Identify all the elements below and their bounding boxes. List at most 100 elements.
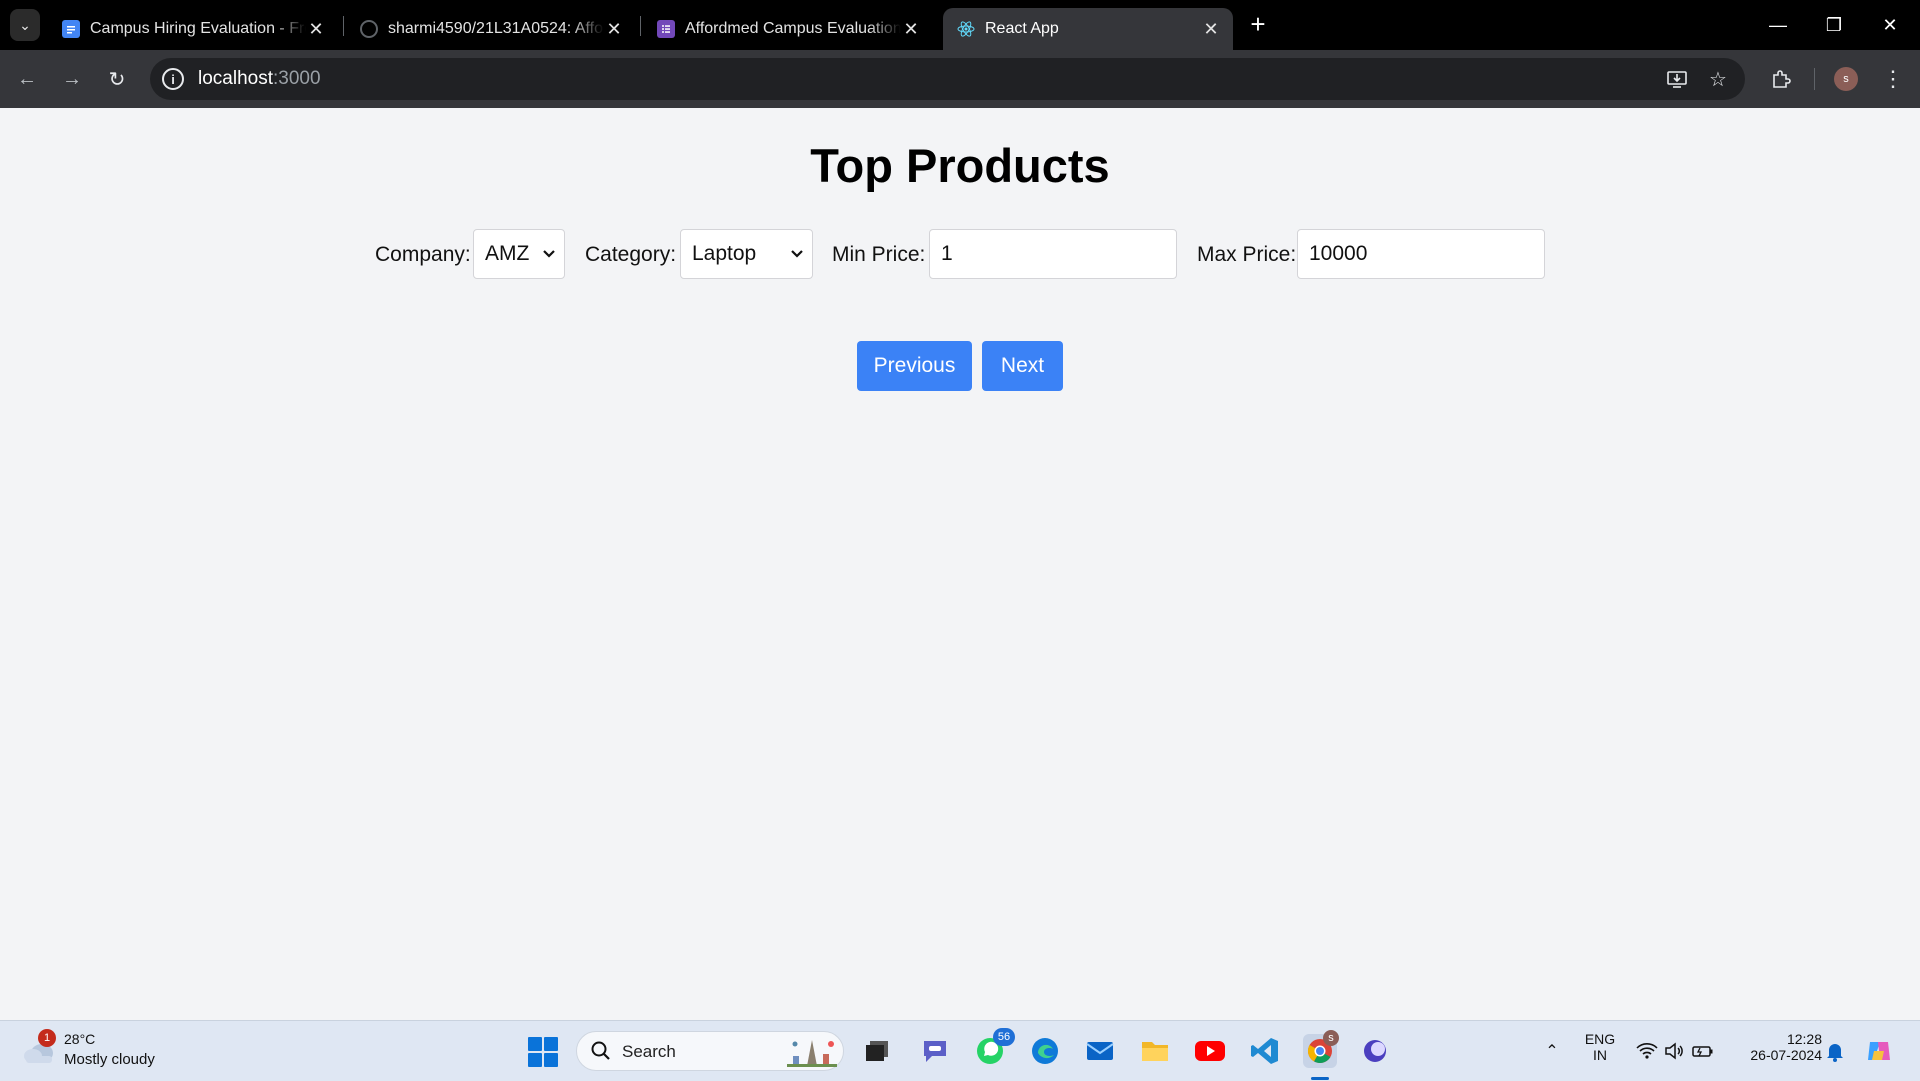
company-label: Company:	[375, 243, 471, 266]
search-icon	[590, 1040, 612, 1067]
info-icon[interactable]: i	[162, 68, 184, 90]
tab-react-app[interactable]: React App ✕	[943, 8, 1233, 50]
windows-taskbar: 1 28°C Mostly cloudy Search 56 s ⌃ ENG I…	[0, 1020, 1920, 1081]
weather-condition: Mostly cloudy	[64, 1051, 155, 1068]
tab-title: sharmi4590/21L31A0524: Afford	[388, 20, 604, 37]
tab-title: React App	[985, 20, 1059, 37]
page-title: Top Products	[810, 139, 1110, 192]
filter-bar: Company: AMZ Category: Laptop Min Price:…	[0, 229, 1920, 281]
weather-widget[interactable]: 1 28°C Mostly cloudy	[22, 1029, 182, 1073]
google-forms-icon	[657, 20, 675, 38]
windows-logo-pane	[544, 1037, 558, 1051]
reload-icon: ↻	[108, 68, 126, 91]
copilot-icon[interactable]	[1862, 1034, 1896, 1068]
github-icon	[360, 20, 378, 38]
min-price-input[interactable]: 1	[929, 229, 1177, 279]
tab-title: Campus Hiring Evaluation - Fro	[90, 20, 306, 37]
close-icon[interactable]: ✕	[604, 19, 624, 40]
tab-strip: ⌄ Campus Hiring Evaluation - Fro ✕ sharm…	[0, 0, 1920, 50]
weather-badge: 1	[38, 1029, 56, 1047]
whatsapp-badge: 56	[993, 1028, 1015, 1046]
weather-temperature: 28°C	[64, 1031, 96, 1047]
taskbar-search[interactable]: Search	[576, 1031, 844, 1071]
tab-separator	[640, 16, 641, 36]
windows-logo-pane	[528, 1053, 542, 1067]
tab-affordmed-form[interactable]: Affordmed Campus Evaluation | ✕	[643, 8, 933, 50]
page-content: Top Products Company: AMZ Category: Lapt…	[0, 108, 1920, 1020]
tab-campus-hiring[interactable]: Campus Hiring Evaluation - Fro ✕	[48, 8, 338, 50]
tab-github[interactable]: sharmi4590/21L31A0524: Afford ✕	[346, 8, 636, 50]
task-view-icon[interactable]	[860, 1034, 894, 1068]
profile-avatar[interactable]: s	[1834, 67, 1858, 91]
previous-button[interactable]: Previous	[857, 341, 972, 391]
battery-icon[interactable]	[1686, 1034, 1720, 1068]
windows-start-button[interactable]	[528, 1037, 558, 1067]
close-window-button[interactable]: ✕	[1862, 0, 1918, 50]
close-icon[interactable]: ✕	[1201, 19, 1221, 40]
clock-date: 26-07-2024	[1750, 1047, 1822, 1063]
max-price-input[interactable]: 10000	[1297, 229, 1545, 279]
search-label: Search	[622, 1042, 676, 1061]
file-explorer-icon[interactable]	[1138, 1034, 1172, 1068]
clock-time: 12:28	[1786, 1031, 1822, 1047]
min-price-value: 1	[941, 242, 953, 265]
vscode-icon[interactable]	[1248, 1034, 1282, 1068]
toolbar-divider	[1814, 68, 1815, 90]
category-select-value: Laptop	[692, 242, 757, 265]
url-port: :3000	[273, 68, 321, 89]
windows-logo-pane	[528, 1037, 542, 1051]
min-price-label: Min Price:	[832, 243, 926, 266]
extensions-icon[interactable]	[1764, 62, 1798, 96]
restore-button[interactable]: ❐	[1806, 0, 1862, 50]
max-price-value: 10000	[1309, 242, 1368, 265]
minimize-button[interactable]: —	[1750, 0, 1806, 50]
plus-icon: +	[1250, 8, 1266, 39]
browser-toolbar: ← → ↻ i localhost:3000 ☆ s ⋮	[0, 50, 1920, 108]
chevron-down-icon: ⌄	[19, 16, 31, 33]
category-select[interactable]: Laptop	[680, 229, 813, 279]
edge-icon[interactable]	[1028, 1034, 1062, 1068]
chevron-up-icon[interactable]: ⌃	[1535, 1034, 1569, 1068]
clock[interactable]: 12:28 26-07-2024	[1732, 1031, 1822, 1063]
max-price-label: Max Price:	[1197, 243, 1297, 266]
tab-search-button[interactable]: ⌄	[10, 9, 40, 41]
address-bar[interactable]: i localhost:3000 ☆	[150, 58, 1745, 100]
next-button[interactable]: Next	[982, 341, 1063, 391]
language-primary: ENG	[1584, 1031, 1616, 1047]
teams-chat-icon[interactable]	[918, 1034, 952, 1068]
minimize-icon: —	[1769, 14, 1787, 35]
new-tab-button[interactable]: +	[1244, 8, 1272, 39]
star-icon[interactable]: ☆	[1701, 58, 1735, 100]
forward-button[interactable]: →	[55, 62, 89, 96]
install-app-icon[interactable]	[1660, 58, 1694, 100]
chrome-profile-badge: s	[1323, 1030, 1339, 1046]
app-icon[interactable]	[1358, 1034, 1392, 1068]
restore-icon: ❐	[1825, 14, 1843, 35]
tab-separator	[343, 16, 344, 36]
reload-button[interactable]: ↻	[100, 62, 134, 96]
google-docs-icon	[62, 20, 80, 38]
chrome-icon[interactable]: s	[1303, 1030, 1339, 1068]
url-host: localhost	[198, 68, 273, 89]
close-icon[interactable]: ✕	[306, 19, 326, 40]
language-indicator[interactable]: ENG IN	[1580, 1031, 1620, 1063]
arrow-right-icon: →	[62, 67, 82, 90]
react-icon	[957, 20, 975, 38]
windows-logo-pane	[544, 1053, 558, 1067]
company-select-value: AMZ	[485, 242, 530, 265]
company-select[interactable]: AMZ	[473, 229, 565, 279]
whatsapp-icon[interactable]: 56	[973, 1028, 1015, 1068]
mail-icon[interactable]	[1083, 1034, 1117, 1068]
chevron-down-icon	[542, 244, 556, 270]
category-label: Category:	[585, 243, 677, 266]
arrow-left-icon: ←	[17, 67, 37, 90]
close-icon[interactable]: ✕	[901, 19, 921, 40]
search-highlight-icon	[787, 1036, 837, 1073]
tab-title: Affordmed Campus Evaluation |	[685, 20, 901, 37]
youtube-icon[interactable]	[1193, 1034, 1227, 1068]
notification-bell-icon[interactable]	[1818, 1034, 1852, 1068]
back-button[interactable]: ←	[10, 62, 44, 96]
more-menu-icon[interactable]: ⋮	[1876, 62, 1910, 96]
chevron-down-icon	[790, 244, 804, 270]
language-secondary: IN	[1593, 1047, 1607, 1063]
